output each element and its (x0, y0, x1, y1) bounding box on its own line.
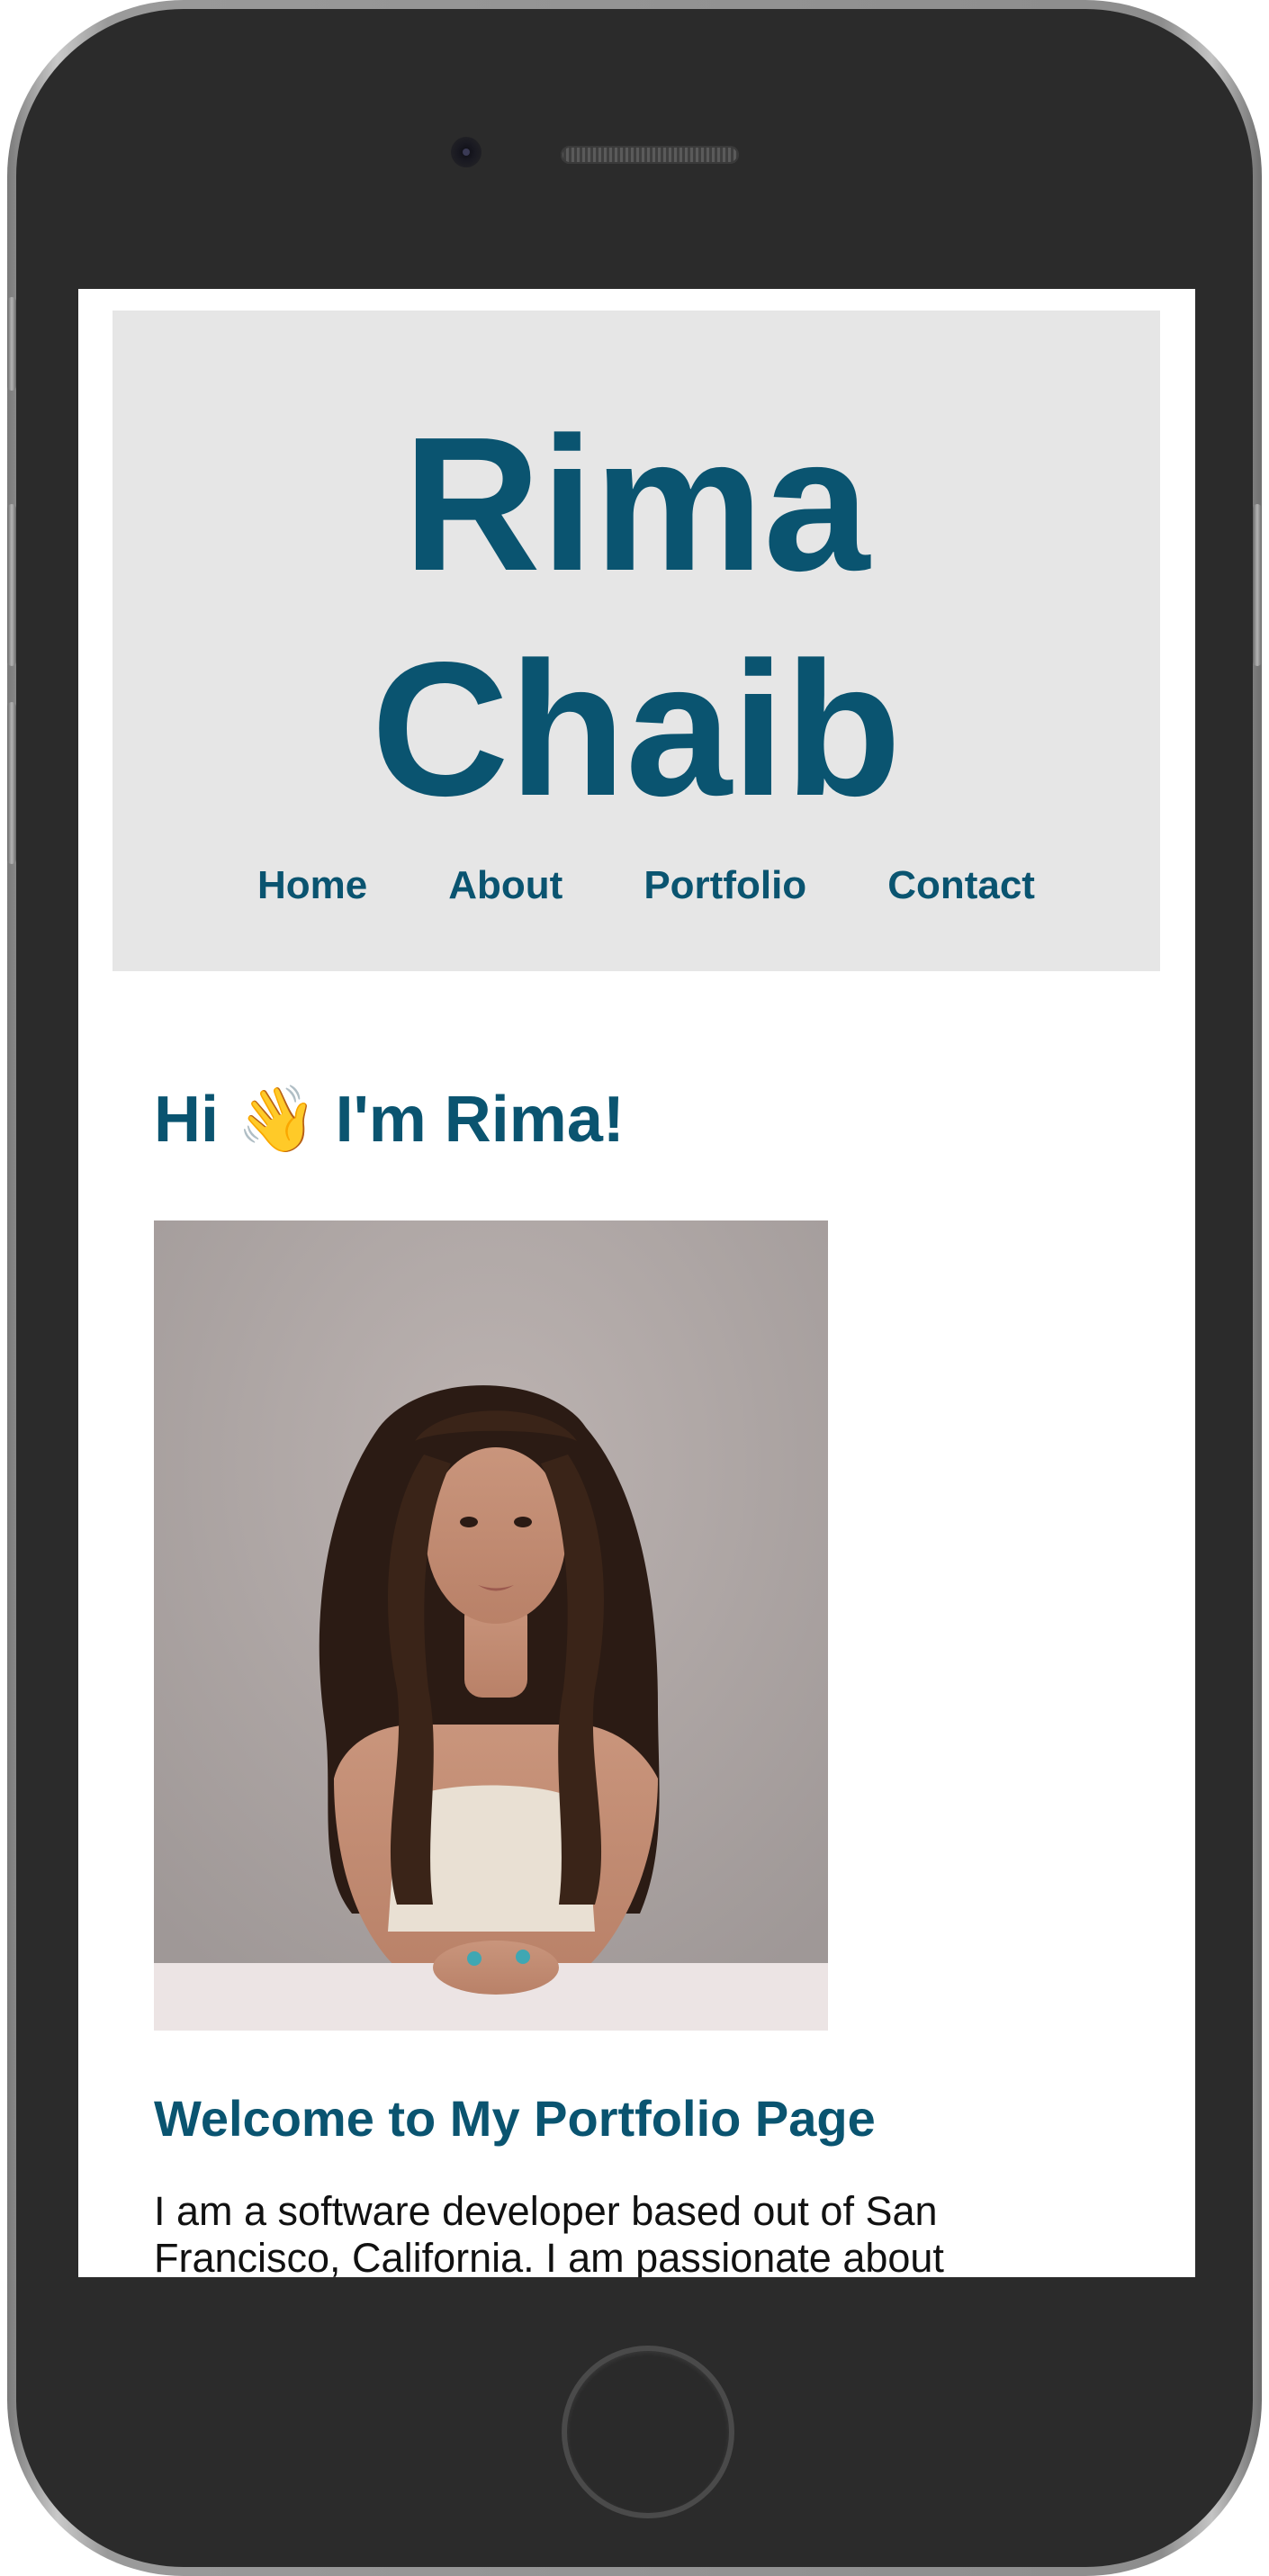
profile-photo (154, 1220, 828, 2031)
site-header: Rima Chaib Home About Portfolio Contact (112, 311, 1160, 971)
phone-screen: Rima Chaib Home About Portfolio Contact … (78, 289, 1195, 2277)
site-title: Rima Chaib (112, 392, 1160, 842)
phone-frame: Rima Chaib Home About Portfolio Contact … (7, 0, 1262, 2576)
site-title-last-name: Chaib (371, 622, 902, 835)
nav-link-about[interactable]: About (448, 863, 562, 908)
nav-link-portfolio[interactable]: Portfolio (644, 863, 806, 908)
earpiece-speaker (561, 146, 739, 164)
main-nav: Home About Portfolio Contact (112, 863, 1160, 908)
mute-switch (7, 297, 16, 391)
greeting-heading: Hi 👋 I'm Rima! (154, 1084, 625, 1156)
volume-up-button (7, 504, 16, 666)
volume-down-button (7, 702, 16, 864)
welcome-heading: Welcome to My Portfolio Page (154, 2090, 876, 2147)
power-button (1253, 504, 1262, 666)
bio-paragraph: I am a software developer based out of S… (154, 2188, 944, 2277)
front-camera-icon (451, 137, 482, 167)
nav-link-home[interactable]: Home (257, 863, 367, 908)
site-title-first-name: Rima (402, 397, 870, 610)
nav-link-contact[interactable]: Contact (887, 863, 1035, 908)
home-button[interactable] (562, 2346, 734, 2518)
